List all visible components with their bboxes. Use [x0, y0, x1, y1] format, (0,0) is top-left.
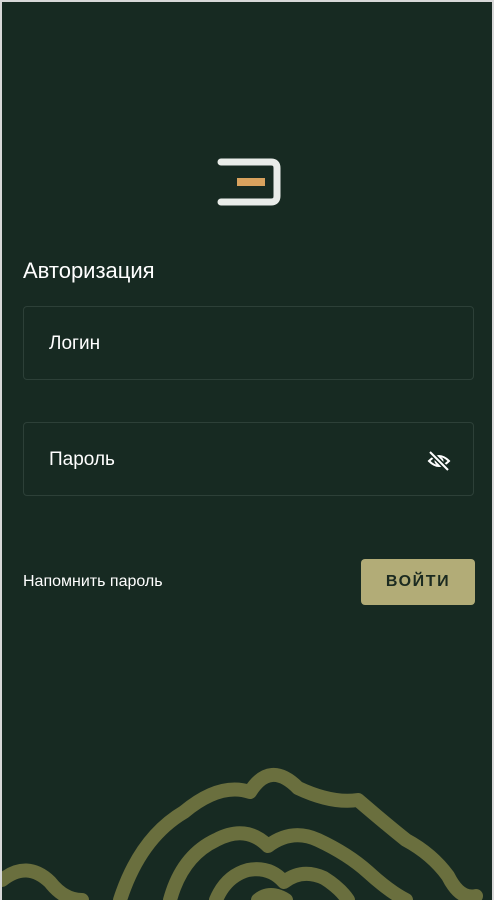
password-field[interactable]: Пароль [23, 422, 474, 496]
login-placeholder: Логин [49, 333, 101, 354]
login-button[interactable]: ВОЙТИ [361, 559, 475, 605]
password-placeholder: Пароль [49, 449, 115, 470]
page-title: Авторизация [23, 258, 155, 283]
login-screen: Авторизация Логин Пароль Напомнить парол… [2, 2, 492, 900]
app-logo [217, 158, 281, 206]
login-field[interactable]: Логин [23, 306, 474, 380]
eye-off-icon[interactable] [427, 449, 451, 473]
decorative-pattern [2, 767, 483, 900]
forgot-password-link[interactable]: Напомнить пароль [23, 573, 163, 591]
